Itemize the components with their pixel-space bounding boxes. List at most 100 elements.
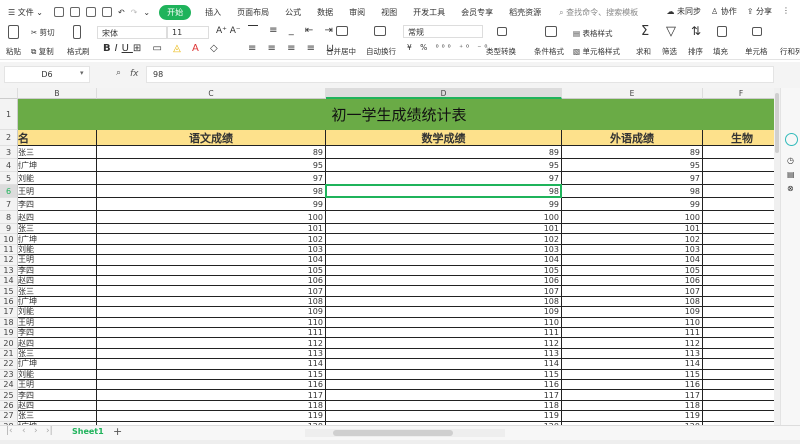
english-score-cell[interactable]: 117 bbox=[562, 390, 703, 401]
biology-score-cell[interactable] bbox=[703, 185, 780, 198]
math-score-cell[interactable]: 116 bbox=[326, 380, 562, 391]
math-score-cell[interactable]: 104 bbox=[326, 255, 562, 266]
chinese-score-cell[interactable]: 89 bbox=[97, 146, 326, 159]
row-header[interactable]: 1 bbox=[0, 99, 18, 130]
name-box-dropdown-icon[interactable]: ▾ bbox=[80, 69, 84, 77]
formula-input[interactable]: 98 bbox=[146, 66, 774, 83]
paste-button[interactable]: 粘贴 bbox=[6, 46, 21, 57]
sync-button[interactable]: ☁ 未同步 bbox=[666, 6, 701, 17]
biology-score-cell[interactable] bbox=[703, 211, 780, 224]
biology-score-cell[interactable] bbox=[703, 244, 780, 256]
english-score-cell[interactable]: 118 bbox=[562, 400, 703, 412]
english-score-cell[interactable]: 114 bbox=[562, 359, 703, 370]
column-title-cell[interactable]: 数学成绩 bbox=[326, 130, 562, 146]
math-score-cell[interactable]: 89 bbox=[326, 146, 562, 159]
menu-tab[interactable]: 审阅 bbox=[341, 7, 373, 18]
row-header[interactable]: 13 bbox=[0, 265, 18, 276]
more-menu-icon[interactable]: ⋮ bbox=[782, 6, 790, 17]
cell-style-button[interactable]: ▧ 单元格样式 bbox=[573, 46, 620, 57]
column-header[interactable]: C bbox=[97, 88, 326, 99]
cond-format-icon[interactable] bbox=[545, 26, 557, 37]
chinese-score-cell[interactable]: 112 bbox=[97, 338, 326, 349]
chinese-score-cell[interactable]: 100 bbox=[97, 211, 326, 224]
share-button[interactable]: ⇪ 分享 bbox=[747, 6, 772, 17]
first-sheet-icon[interactable]: |‹ bbox=[6, 426, 13, 436]
math-score-cell[interactable]: 95 bbox=[326, 159, 562, 172]
column-title-cell[interactable]: 语文成绩 bbox=[97, 130, 326, 146]
biology-score-cell[interactable] bbox=[703, 390, 780, 401]
row-header[interactable]: 2 bbox=[0, 130, 18, 146]
biology-score-cell[interactable] bbox=[703, 296, 780, 308]
chinese-score-cell[interactable]: 116 bbox=[97, 380, 326, 391]
undo-icon[interactable]: ↶ bbox=[115, 8, 128, 17]
row-header[interactable]: 6 bbox=[0, 185, 18, 198]
export-pdf-icon[interactable] bbox=[69, 7, 80, 17]
name-cell[interactable]: 谢广坤 bbox=[18, 159, 97, 172]
menu-tab[interactable]: 数据 bbox=[309, 7, 341, 18]
row-header[interactable]: 8 bbox=[0, 211, 18, 224]
name-cell[interactable]: 刘能 bbox=[18, 172, 97, 185]
row-header[interactable]: 11 bbox=[0, 244, 18, 256]
english-score-cell[interactable]: 119 bbox=[562, 411, 703, 422]
biology-score-cell[interactable] bbox=[703, 224, 780, 235]
column-header[interactable]: F bbox=[703, 88, 780, 99]
english-score-cell[interactable]: 105 bbox=[562, 265, 703, 276]
name-cell[interactable]: 谢广坤 bbox=[18, 359, 97, 370]
english-score-cell[interactable]: 110 bbox=[562, 317, 703, 328]
next-sheet-icon[interactable]: › bbox=[34, 426, 38, 436]
select-all-corner[interactable] bbox=[0, 88, 18, 99]
math-score-cell[interactable]: 113 bbox=[326, 348, 562, 360]
name-cell[interactable]: 谢广坤 bbox=[18, 296, 97, 308]
chinese-score-cell[interactable]: 98 bbox=[97, 185, 326, 198]
row-header[interactable]: 3 bbox=[0, 146, 18, 159]
math-score-cell[interactable]: 112 bbox=[326, 338, 562, 349]
english-score-cell[interactable]: 99 bbox=[562, 198, 703, 211]
last-sheet-icon[interactable]: ›| bbox=[46, 426, 53, 436]
vertical-scroll-thumb[interactable] bbox=[775, 93, 779, 153]
type-convert-button[interactable]: 类型转换 bbox=[486, 46, 516, 57]
font-style-buttons[interactable]: BIU⊞ ▭ ◬ A ◇ bbox=[103, 43, 222, 54]
chinese-score-cell[interactable]: 113 bbox=[97, 348, 326, 360]
name-cell[interactable]: 刘能 bbox=[18, 307, 97, 318]
filter-button[interactable]: 筛选 bbox=[662, 46, 677, 57]
math-score-cell[interactable]: 102 bbox=[326, 234, 562, 245]
row-header[interactable]: 18 bbox=[0, 317, 18, 328]
row-header[interactable]: 21 bbox=[0, 348, 18, 360]
format-painter-icon[interactable] bbox=[73, 25, 81, 39]
name-cell[interactable]: 刘能 bbox=[18, 369, 97, 380]
chinese-score-cell[interactable]: 103 bbox=[97, 244, 326, 256]
print-preview-icon[interactable] bbox=[101, 7, 112, 17]
biology-score-cell[interactable] bbox=[703, 255, 780, 266]
chinese-score-cell[interactable]: 109 bbox=[97, 307, 326, 318]
math-score-cell[interactable]: 98 bbox=[326, 185, 562, 198]
name-box[interactable]: D6 bbox=[4, 66, 90, 83]
name-cell[interactable]: 赵四 bbox=[18, 276, 97, 287]
horizontal-scroll-thumb[interactable] bbox=[333, 430, 453, 436]
menu-tab[interactable]: 页面布局 bbox=[229, 7, 277, 18]
biology-score-cell[interactable] bbox=[703, 276, 780, 287]
english-score-cell[interactable]: 97 bbox=[562, 172, 703, 185]
row-header[interactable]: 4 bbox=[0, 159, 18, 172]
menu-tab[interactable]: 开发工具 bbox=[405, 7, 453, 18]
sum-button[interactable]: 求和 bbox=[636, 46, 651, 57]
english-score-cell[interactable]: 103 bbox=[562, 244, 703, 256]
table-style-button[interactable]: ▤ 表格样式 bbox=[573, 28, 612, 39]
column-header[interactable]: E bbox=[562, 88, 703, 99]
font-size-select[interactable]: 11 bbox=[167, 26, 209, 39]
row-header[interactable]: 16 bbox=[0, 296, 18, 308]
font-select[interactable]: 宋体 bbox=[97, 26, 167, 39]
menu-tab[interactable]: 公式 bbox=[277, 7, 309, 18]
type-convert-icon[interactable] bbox=[497, 27, 507, 36]
cell-button[interactable]: 单元格 bbox=[745, 46, 768, 57]
filter-icon[interactable]: ▽ bbox=[666, 24, 676, 39]
chinese-score-cell[interactable]: 97 bbox=[97, 172, 326, 185]
number-format-select[interactable]: 常规 bbox=[403, 25, 483, 38]
math-score-cell[interactable]: 107 bbox=[326, 286, 562, 297]
english-score-cell[interactable]: 115 bbox=[562, 369, 703, 380]
row-header[interactable]: 9 bbox=[0, 224, 18, 235]
halign-buttons[interactable]: ≡ ≡ ≡ ≡ ⊔ bbox=[248, 43, 338, 54]
chinese-score-cell[interactable]: 118 bbox=[97, 400, 326, 412]
biology-score-cell[interactable] bbox=[703, 411, 780, 422]
sidebar-props-icon[interactable]: ▤ bbox=[787, 170, 795, 179]
biology-score-cell[interactable] bbox=[703, 265, 780, 276]
